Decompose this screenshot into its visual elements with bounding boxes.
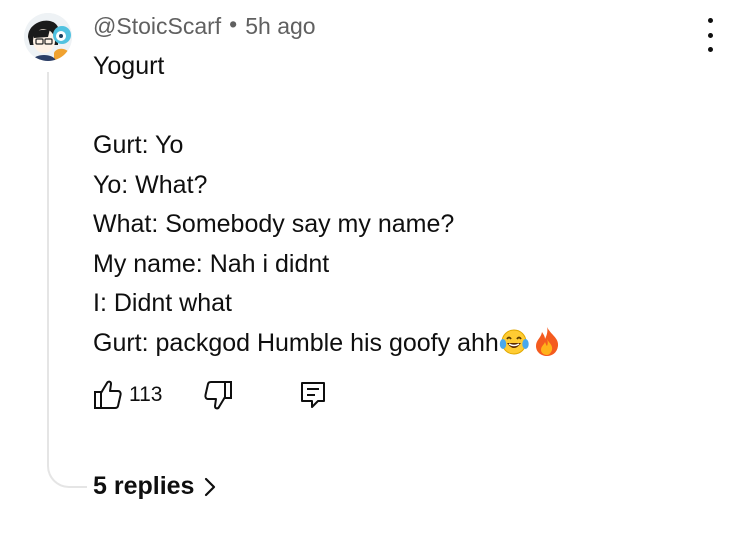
chevron-right-icon (205, 477, 216, 496)
menu-dot-icon (707, 32, 713, 38)
comment-line: What: Somebody say my name? (93, 210, 455, 238)
comment-last-line: Gurt: packgod Humble his goofy ahh (93, 324, 563, 370)
fire-emoji (531, 325, 563, 370)
comment-author[interactable]: @StoicScarf (93, 13, 221, 39)
comment-line: Yo: What? (93, 170, 208, 199)
reply-comment-icon (301, 382, 325, 408)
more-options-button[interactable] (700, 18, 720, 52)
comment-line: Gurt: Yo (93, 131, 184, 159)
menu-dot-icon (707, 18, 713, 23)
menu-dot-icon (707, 47, 713, 52)
dislike-button[interactable] (203, 379, 233, 411)
thumbs-down-icon (204, 381, 232, 410)
comment-text: Yogurt Gurt: Yo Yo: What? What: Somebody… (93, 47, 563, 369)
comment-line: Yogurt (93, 52, 165, 80)
comment-meta: @StoicScarf • 5h ago (93, 11, 316, 40)
comment-time[interactable]: 5h ago (245, 13, 315, 39)
thumbs-up-icon (94, 380, 122, 409)
like-button[interactable]: 113 (93, 379, 162, 411)
comment-line: My name: Nah i didnt (93, 249, 330, 278)
comment-line (93, 87, 563, 127)
replies-toggle[interactable]: 5 replies (93, 472, 217, 501)
comment-line: I: Didnt what (93, 289, 232, 317)
reply-button[interactable] (298, 379, 328, 411)
thread-line (47, 72, 87, 488)
replies-label: 5 replies (93, 472, 195, 500)
face-with-tears-of-joy-emoji (499, 327, 531, 370)
comment-avatar[interactable] (24, 13, 72, 61)
meta-separator: • (229, 11, 238, 37)
comment-line: Gurt: packgod Humble his goofy ahh (93, 328, 499, 357)
like-count: 113 (129, 383, 163, 406)
